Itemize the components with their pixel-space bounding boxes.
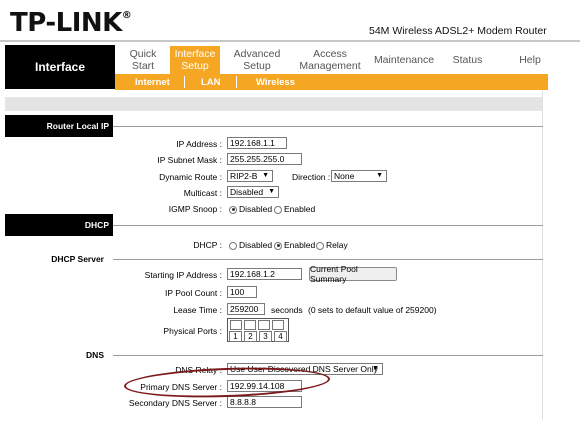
section-dhcp-server: DHCP Server — [51, 254, 104, 264]
subnav-wireless[interactable]: Wireless — [256, 75, 295, 89]
dhcp-disabled-option[interactable]: Disabled — [229, 240, 272, 250]
direction-select[interactable]: None ▼ — [331, 170, 387, 182]
subnav-internet[interactable]: Internet — [135, 75, 170, 89]
port-number: 4 — [274, 331, 287, 342]
radio-icon[interactable] — [229, 241, 237, 250]
port-number: 1 — [229, 331, 242, 342]
secondary-dns-input[interactable] — [227, 396, 302, 408]
ip-pool-count-label: IP Pool Count : — [164, 288, 222, 298]
dropdown-arrow-icon: ▼ — [376, 172, 383, 179]
physical-ports-group: 1 2 3 4 — [227, 318, 289, 342]
lease-time-unit: seconds — [271, 305, 303, 315]
nav-status[interactable]: Status — [445, 46, 490, 74]
dropdown-arrow-icon: ▼ — [372, 365, 379, 372]
section-dns: DNS — [86, 350, 104, 360]
port-checkbox[interactable] — [258, 320, 270, 330]
port-checkbox[interactable] — [272, 320, 284, 330]
section-line — [113, 225, 543, 226]
multicast-label: Multicast : — [183, 188, 222, 198]
radio-icon[interactable] — [316, 241, 324, 250]
physical-ports-label: Physical Ports : — [163, 326, 222, 336]
current-pool-summary-button[interactable]: Current Pool Summary — [309, 264, 397, 284]
header-divider — [0, 40, 580, 42]
dropdown-arrow-icon: ▼ — [262, 172, 269, 179]
igmp-disabled-option[interactable]: Disabled — [229, 204, 272, 214]
section-line — [113, 126, 543, 127]
starting-ip-label: Starting IP Address : — [144, 270, 222, 280]
port-number: 2 — [244, 331, 257, 342]
sub-nav-bar — [115, 74, 548, 90]
content-top-bar — [5, 97, 543, 111]
dynamic-route-label: Dynamic Route : — [159, 172, 222, 182]
tp-link-logo: TP-LINK® — [10, 8, 132, 38]
section-title: Interface — [5, 45, 115, 89]
dhcp-relay-option[interactable]: Relay — [316, 240, 348, 250]
nav-quick-start[interactable]: Quick Start — [118, 46, 168, 74]
subnav-divider — [184, 76, 185, 88]
subnet-mask-label: IP Subnet Mask : — [157, 155, 222, 165]
dropdown-arrow-icon: ▼ — [268, 188, 275, 195]
nav-maintenance[interactable]: Maintenance — [370, 46, 438, 74]
subnet-mask-input[interactable] — [227, 153, 302, 165]
model-name: 54M Wireless ADSL2+ Modem Router — [369, 25, 547, 37]
radio-selected-icon[interactable] — [229, 205, 237, 214]
port-checkbox[interactable] — [230, 320, 242, 330]
content-right-border — [542, 90, 543, 420]
section-dhcp: DHCP — [5, 214, 113, 236]
nav-access-management[interactable]: Access Management — [295, 46, 365, 74]
dhcp-enabled-option[interactable]: Enabled — [274, 240, 315, 250]
radio-selected-icon[interactable] — [274, 241, 282, 250]
direction-label: Direction : — [292, 172, 331, 182]
lease-time-input[interactable] — [227, 303, 265, 315]
section-line — [113, 355, 543, 356]
secondary-dns-label: Secondary DNS Server : — [128, 398, 222, 408]
port-number: 3 — [259, 331, 272, 342]
subnav-lan[interactable]: LAN — [201, 75, 221, 89]
radio-icon[interactable] — [274, 205, 282, 214]
section-line — [113, 259, 543, 260]
nav-interface-setup[interactable]: Interface Setup — [170, 46, 220, 74]
nav-help[interactable]: Help — [510, 46, 550, 74]
lease-time-label: Lease Time : — [173, 305, 222, 315]
dhcp-label: DHCP : — [193, 240, 222, 250]
igmp-enabled-option[interactable]: Enabled — [274, 204, 315, 214]
ip-address-input[interactable] — [227, 137, 287, 149]
lease-time-note: (0 sets to default value of 259200) — [308, 305, 437, 315]
dynamic-route-select[interactable]: RIP2-B ▼ — [227, 170, 273, 182]
port-checkbox[interactable] — [244, 320, 256, 330]
ip-address-label: IP Address : — [176, 139, 222, 149]
starting-ip-input[interactable] — [227, 268, 302, 280]
nav-advanced-setup[interactable]: Advanced Setup — [222, 46, 292, 74]
igmp-snoop-label: IGMP Snoop : — [168, 204, 222, 214]
section-router-local-ip: Router Local IP — [5, 115, 113, 137]
subnav-divider — [236, 76, 237, 88]
multicast-select[interactable]: Disabled ▼ — [227, 186, 279, 198]
ip-pool-count-input[interactable] — [227, 286, 257, 298]
